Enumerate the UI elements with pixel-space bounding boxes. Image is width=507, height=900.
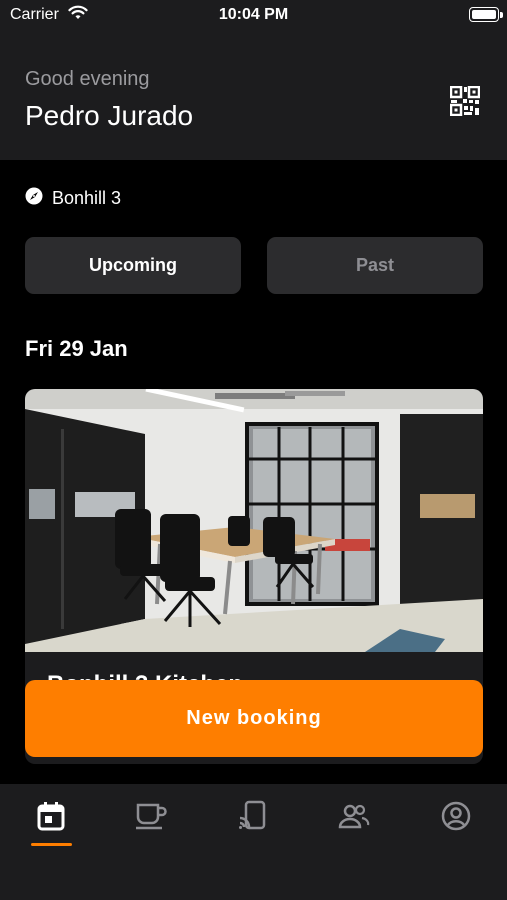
calendar-icon[interactable] — [31, 798, 71, 834]
location-name: Bonhill 3 — [52, 187, 122, 208]
profile-icon[interactable] — [436, 798, 476, 834]
coffee-cup-icon[interactable] — [131, 798, 171, 834]
people-icon[interactable] — [334, 798, 374, 834]
clock-time: 10:04 PM — [218, 6, 289, 23]
battery-icon — [469, 7, 499, 22]
qr-code-icon[interactable] — [449, 85, 481, 117]
compass-icon — [25, 187, 43, 210]
room-photo — [25, 389, 483, 652]
new-booking-button[interactable]: New booking — [25, 680, 483, 757]
tab-past[interactable]: Past — [267, 237, 483, 294]
user-name: Pedro Jurado — [25, 100, 194, 131]
header: Good evening Pedro Jurado — [0, 32, 507, 160]
location-selector[interactable]: Bonhill 3 — [25, 186, 121, 210]
cast-device-icon[interactable] — [232, 798, 272, 834]
selected-tab-indicator — [31, 843, 72, 846]
greeting-text: Good evening — [25, 68, 150, 90]
bottom-tab-bar — [0, 784, 507, 900]
booking-date-heading: Fri 29 Jan — [25, 336, 128, 361]
status-bar: Carrier 10:04 PM — [0, 0, 507, 32]
tab-upcoming[interactable]: Upcoming — [25, 237, 241, 294]
